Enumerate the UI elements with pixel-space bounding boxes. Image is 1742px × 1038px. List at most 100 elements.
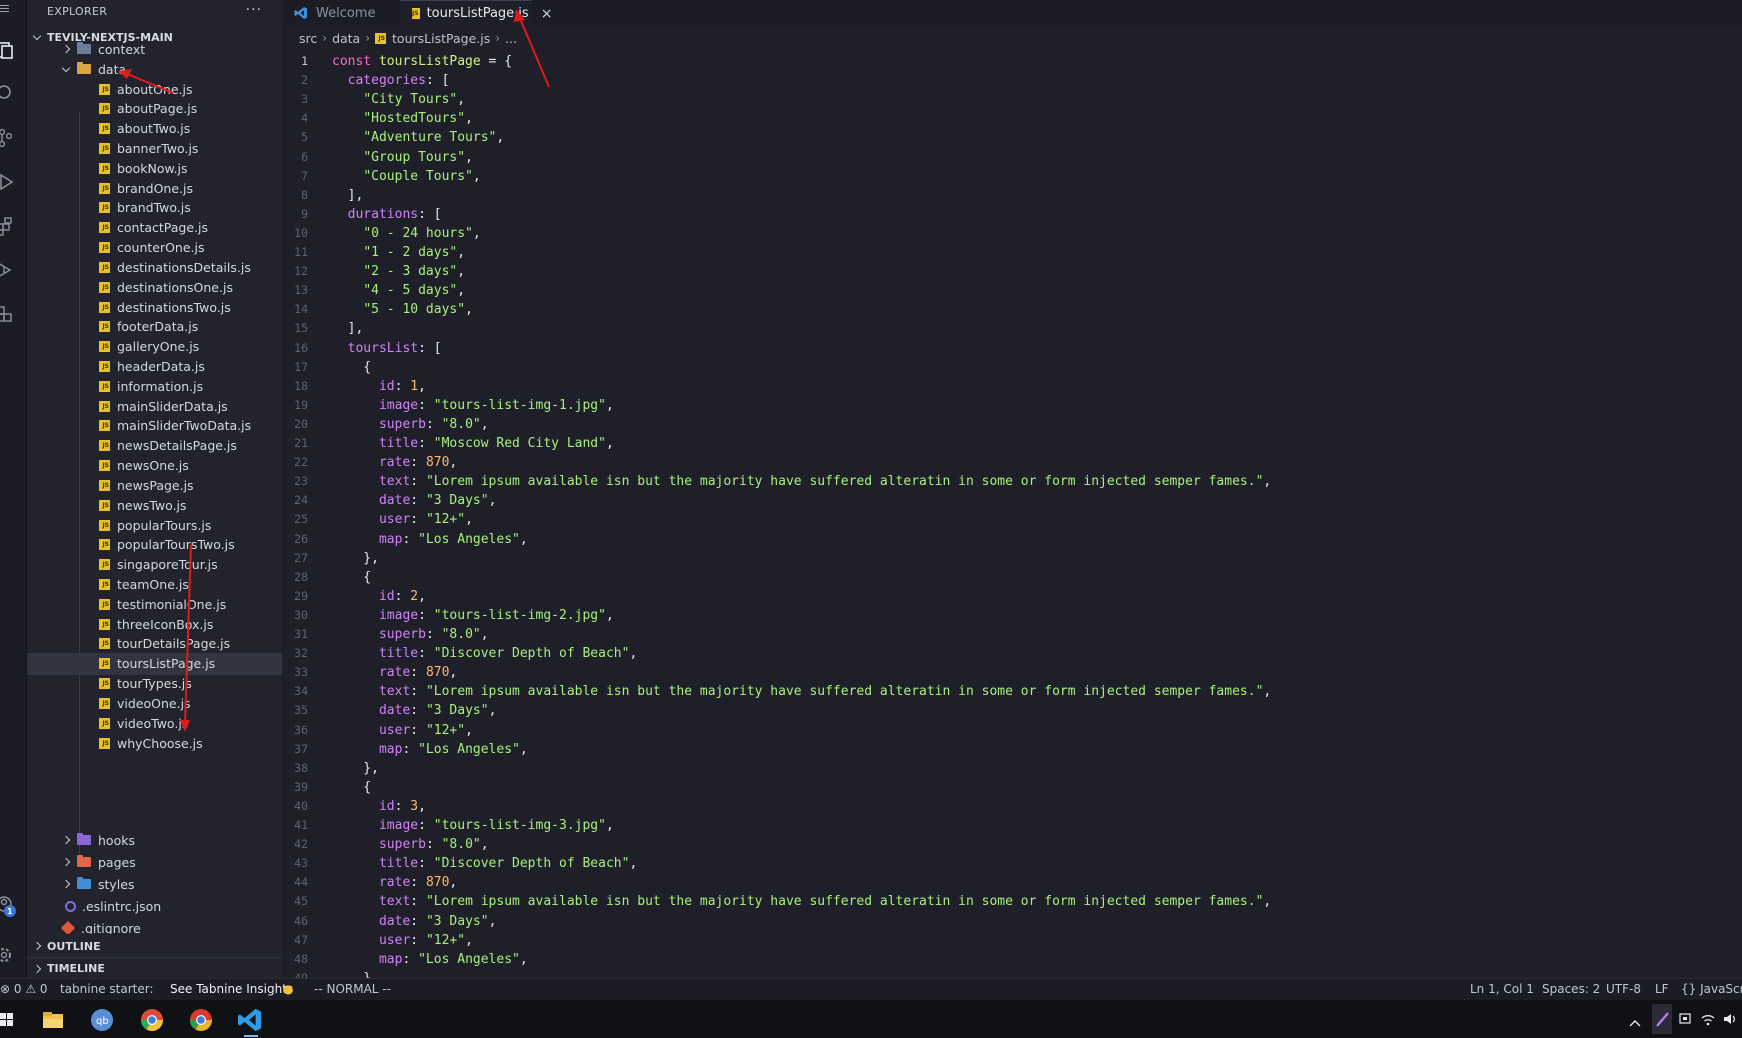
tree-file[interactable]: JS whyChoose.js	[27, 732, 282, 754]
indentation[interactable]: Spaces: 2	[1542, 982, 1600, 996]
tree-file[interactable]: JS mainSliderData.js	[27, 395, 282, 417]
code-token: "Discover Depth of Beach"	[433, 646, 630, 662]
chrome-canary-icon[interactable]	[188, 1007, 214, 1033]
end-of-line[interactable]: LF	[1655, 982, 1669, 996]
js-file-icon: JS	[99, 678, 110, 690]
vscode-icon[interactable]	[237, 1007, 263, 1033]
explorer-icon[interactable]	[0, 30, 27, 70]
timeline-section[interactable]: TIMELINE	[27, 957, 282, 979]
js-file-icon: JS	[99, 103, 110, 115]
code-token: map	[378, 531, 403, 547]
file-label: popularTours.js	[117, 517, 212, 533]
tree-file[interactable]: JS tourDetailsPage.js	[27, 633, 282, 655]
menu-icon[interactable]	[0, 3, 10, 13]
code-token: ,	[480, 416, 489, 432]
close-icon[interactable]: ×	[541, 6, 553, 22]
encoding[interactable]: UTF-8	[1606, 982, 1641, 996]
tree-file[interactable]: JS threeIconBox.js	[27, 613, 282, 635]
more-actions-icon[interactable]: ···	[246, 2, 262, 18]
chevron-up-icon[interactable]	[1628, 1013, 1654, 1038]
tree-file[interactable]: JS videoOne.js	[27, 692, 282, 714]
tree-folder[interactable]: pages	[27, 851, 282, 873]
tree-file[interactable]: JS information.js	[27, 375, 282, 397]
file-label: bannerTwo.js	[117, 140, 199, 156]
tree-file[interactable]: JS destinationsTwo.js	[27, 296, 282, 318]
tree-file[interactable]: JS bannerTwo.js	[27, 137, 282, 159]
qbittorrent-icon[interactable]: qb	[89, 1007, 115, 1033]
code-editor[interactable]: 1 const toursListPage = {2 categories: [3…	[282, 50, 1742, 978]
code-line: rate: 870,	[332, 663, 457, 682]
chrome-icon[interactable]	[139, 1007, 165, 1033]
code-token: ,	[1263, 894, 1272, 910]
breadcrumb-symbols[interactable]: ...	[505, 31, 517, 46]
pen-icon[interactable]	[1652, 1004, 1672, 1034]
code-line: text: "Lorem ipsum available isn but the…	[332, 892, 1271, 911]
testing-icon[interactable]	[0, 250, 27, 290]
outline-section[interactable]: OUTLINE	[27, 935, 282, 957]
code-token: map	[378, 951, 403, 967]
tree-file[interactable]: JS newsPage.js	[27, 474, 282, 496]
accounts-badge: 1	[7, 907, 13, 916]
tree-file[interactable]: JS contactPage.js	[27, 217, 282, 239]
volume-icon[interactable]	[1722, 1011, 1742, 1037]
tree-file[interactable]: .gitignore	[27, 917, 282, 934]
file-label: counterOne.js	[117, 240, 205, 256]
manage-gear-icon[interactable]	[0, 935, 27, 975]
code-line: date: "3 Days",	[332, 491, 496, 510]
remote-explorer-icon[interactable]	[0, 294, 27, 334]
tree-file[interactable]: JS testimonialOne.js	[27, 593, 282, 615]
tabnine-insights-link[interactable]: See Tabnine Insights	[170, 982, 293, 996]
code-line: superb: "8.0",	[332, 625, 489, 644]
tree-file[interactable]: JS singaporeTour.js	[27, 554, 282, 576]
tree-file[interactable]: JS aboutTwo.js	[27, 118, 282, 140]
tree-file[interactable]: JS counterOne.js	[27, 237, 282, 259]
cursor-position[interactable]: Ln 1, Col 1	[1470, 982, 1534, 996]
source-control-icon[interactable]	[0, 118, 27, 158]
tree-file[interactable]: JS toursListPage.js	[27, 652, 282, 675]
file-label: headerData.js	[117, 358, 205, 374]
tree-file[interactable]: JS teamOne.js	[27, 574, 282, 596]
js-file-icon: JS	[99, 499, 110, 511]
problems-indicator[interactable]: ⊗ 0 ⚠ 0	[0, 982, 48, 996]
tree-file[interactable]: JS aboutOne.js	[27, 78, 282, 100]
tree-folder[interactable]: hooks	[27, 829, 282, 851]
tab-tourslistpage[interactable]: JS toursListPage.js ×	[400, 0, 552, 26]
tab-welcome[interactable]: Welcome	[282, 0, 400, 26]
run-debug-icon[interactable]	[0, 162, 27, 202]
tree-file[interactable]: JS destinationsOne.js	[27, 276, 282, 298]
tree-file[interactable]: JS popularToursTwo.js	[27, 534, 282, 556]
tree-file[interactable]: JS newsTwo.js	[27, 494, 282, 516]
breadcrumb-file[interactable]: toursListPage.js	[392, 31, 490, 46]
file-explorer-icon[interactable]	[40, 1007, 66, 1033]
code-token: 870	[425, 455, 450, 471]
tree-file[interactable]: JS bookNow.js	[27, 157, 282, 179]
tree-file[interactable]: JS newsDetailsPage.js	[27, 435, 282, 457]
windows-start-icon[interactable]	[0, 1007, 26, 1033]
tree-file[interactable]: JS footerData.js	[27, 316, 282, 338]
language-mode[interactable]: {} JavaScri	[1681, 982, 1742, 996]
accounts-icon[interactable]: 1	[0, 885, 27, 925]
tree-file[interactable]: JS aboutPage.js	[27, 98, 282, 120]
breadcrumb-src[interactable]: src	[299, 31, 317, 46]
tree-file[interactable]: JS galleryOne.js	[27, 336, 282, 358]
breadcrumb-data[interactable]: data	[332, 31, 360, 46]
tree-file[interactable]: JS newsOne.js	[27, 455, 282, 477]
tree-file[interactable]: JS tourTypes.js	[27, 673, 282, 695]
extensions-icon[interactable]	[0, 206, 27, 246]
tabnine-status[interactable]: tabnine starter:	[60, 982, 154, 996]
search-icon[interactable]	[0, 74, 27, 114]
tree-file[interactable]: JS headerData.js	[27, 355, 282, 377]
tree-folder-context[interactable]: context	[27, 38, 282, 60]
tree-file[interactable]: .eslintrc.json	[27, 895, 282, 917]
file-label: aboutOne.js	[117, 81, 193, 97]
tree-file[interactable]: JS brandOne.js	[27, 177, 282, 199]
tree-file[interactable]: JS mainSliderTwoData.js	[27, 415, 282, 437]
tree-file[interactable]: JS popularTours.js	[27, 514, 282, 536]
status-bar: ⊗ 0 ⚠ 0 tabnine starter: See Tabnine Ins…	[0, 978, 1742, 1000]
tree-file[interactable]: JS destinationsDetails.js	[27, 256, 282, 278]
tree-folder[interactable]: styles	[27, 873, 282, 895]
tree-folder-data[interactable]: data	[27, 58, 282, 80]
tree-file[interactable]: JS brandTwo.js	[27, 197, 282, 219]
tree-file[interactable]: JS videoTwo.js	[27, 712, 282, 734]
